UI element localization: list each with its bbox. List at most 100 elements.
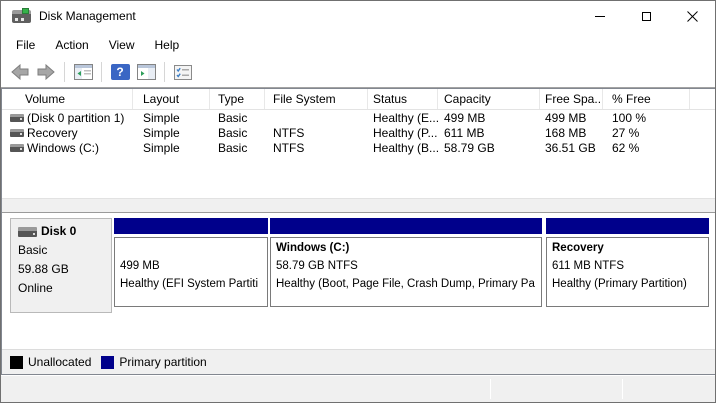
toolbar-separator [101,62,102,82]
disk-type: Basic [18,241,104,260]
partition-size: 58.79 GB NTFS [276,257,536,275]
cell-file-system: NTFS [265,126,368,140]
partition-size: 611 MB NTFS [552,257,703,275]
cell-pct-free: 62 % [603,141,639,155]
maximize-icon [642,12,651,21]
table-row-windows-c[interactable]: Windows (C:) Simple Basic NTFS Healthy (… [2,140,716,155]
column-header-free-space[interactable]: Free Spa... [540,89,603,109]
console-tree-icon [74,64,93,80]
action-pane-icon [137,64,156,80]
menu-bar: File Action View Help [1,32,715,57]
app-icon [12,10,31,23]
partition-status: Healthy (Boot, Page File, Crash Dump, Pr… [276,275,536,293]
partition-windows-c[interactable]: Windows (C:) 58.79 GB NTFS Healthy (Boot… [270,218,542,310]
window-controls [577,1,715,31]
properties-button[interactable] [171,60,195,84]
cell-layout: Simple [133,126,210,140]
cell-status: Healthy (E... [368,111,438,125]
cell-pct-free: 100 % [603,111,646,125]
help-button[interactable]: ? [108,60,132,84]
pane-splitter[interactable] [2,198,716,213]
title-bar[interactable]: Disk Management [1,1,715,32]
volume-icon [10,114,24,122]
partition-color-bar [114,218,268,234]
volume-icon [10,129,24,137]
disk0-header[interactable]: Disk 0 Basic 59.88 GB Online [10,218,112,313]
close-button[interactable] [669,1,715,31]
cell-pct-free: 27 % [603,126,639,140]
cell-status: Healthy (B... [368,141,438,155]
status-bar [1,376,715,402]
column-header-volume[interactable]: Volume [2,89,133,109]
checklist-icon [174,65,192,80]
partition-name: Recovery [552,239,703,257]
cell-layout: Simple [133,111,210,125]
maximize-button[interactable] [623,1,669,31]
cell-free-space: 168 MB [540,126,603,140]
menu-help[interactable]: Help [152,36,183,54]
partition-recovery[interactable]: Recovery 611 MB NTFS Healthy (Primary Pa… [546,218,709,310]
volume-list: (Disk 0 partition 1) Simple Basic Health… [2,110,716,155]
forward-button[interactable] [34,60,58,84]
volume-name: Recovery [27,126,78,140]
column-header-pct-free[interactable]: % Free [603,89,690,109]
cell-type: Basic [210,111,265,125]
cell-capacity: 499 MB [438,111,540,125]
help-icon: ? [111,64,130,80]
column-header-status[interactable]: Status [368,89,438,109]
volume-name: Windows (C:) [27,141,99,155]
legend-label-unallocated: Unallocated [28,355,91,369]
menu-view[interactable]: View [106,36,138,54]
status-bar-separator [490,379,491,399]
legend-bar: Unallocated Primary partition [2,349,716,374]
menu-file[interactable]: File [13,36,38,54]
column-header-capacity[interactable]: Capacity [438,89,540,109]
close-icon [687,11,698,22]
cell-capacity: 611 MB [438,126,540,140]
back-button[interactable] [8,60,32,84]
cell-capacity: 58.79 GB [438,141,540,155]
partition-color-bar [546,218,709,234]
disk-icon [18,227,37,237]
partition-name: Windows (C:) [276,239,536,257]
column-header-layout[interactable]: Layout [133,89,210,109]
partition-color-bar [270,218,542,234]
toolbar-separator [64,62,65,82]
partition-efi[interactable]: 499 MB Healthy (EFI System Partiti [114,218,268,310]
partition-status: Healthy (EFI System Partiti [120,275,262,293]
column-header-file-system[interactable]: File System [265,89,368,109]
menu-action[interactable]: Action [52,36,91,54]
cell-status: Healthy (P... [368,126,438,140]
table-row-recovery[interactable]: Recovery Simple Basic NTFS Healthy (P...… [2,125,716,140]
minimize-button[interactable] [577,1,623,31]
disk-size: 59.88 GB [18,260,104,279]
cell-layout: Simple [133,141,210,155]
table-row-partition1[interactable]: (Disk 0 partition 1) Simple Basic Health… [2,110,716,125]
console-content-pane: Volume Layout Type File System Status Ca… [1,88,716,375]
primary-partition-swatch [101,356,114,369]
minimize-icon [595,16,605,17]
status-bar-separator [622,379,623,399]
volume-icon [10,144,24,152]
toolbar-separator [164,62,165,82]
volume-name: (Disk 0 partition 1) [27,111,124,125]
cell-type: Basic [210,141,265,155]
legend-label-primary-partition: Primary partition [119,355,206,369]
show-console-tree-button[interactable] [71,60,95,84]
cell-file-system: NTFS [265,141,368,155]
disk-name: Disk 0 [41,222,76,241]
unallocated-swatch [10,356,23,369]
volume-list-header: Volume Layout Type File System Status Ca… [2,89,716,110]
partition-status: Healthy (Primary Partition) [552,275,703,293]
back-arrow-icon [10,64,30,80]
cell-free-space: 36.51 GB [540,141,603,155]
disk-management-window: Disk Management File Action View Help [0,0,716,403]
graphical-view: Disk 0 Basic 59.88 GB Online 499 MB Heal… [2,213,716,349]
show-action-pane-button[interactable] [134,60,158,84]
column-header-filler [690,89,716,109]
partition-size: 499 MB [120,257,262,275]
column-header-type[interactable]: Type [210,89,265,109]
partition-name [120,239,262,257]
toolbar: ? [1,57,715,88]
cell-free-space: 499 MB [540,111,603,125]
